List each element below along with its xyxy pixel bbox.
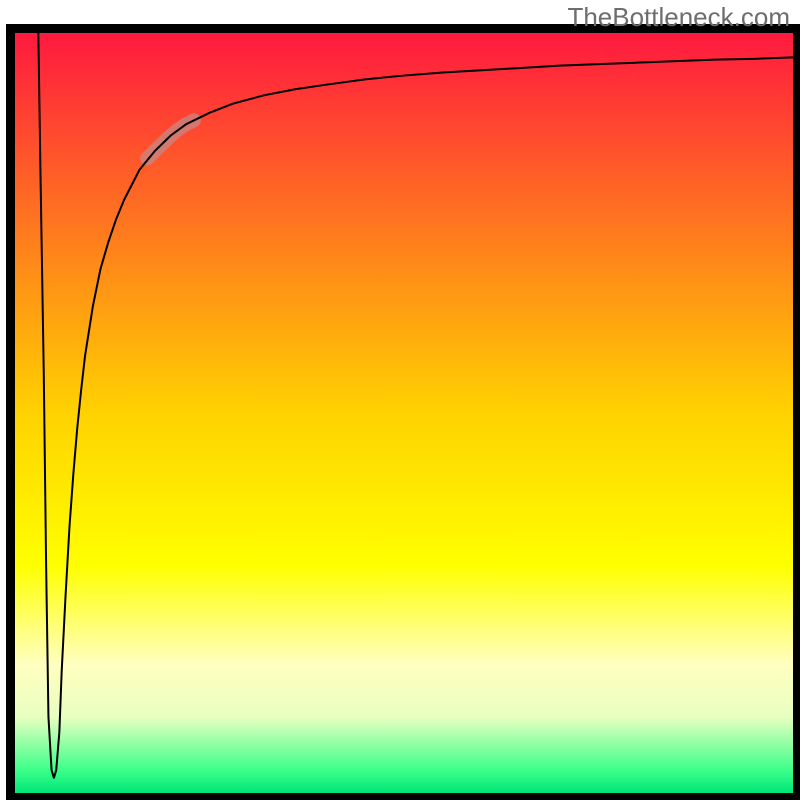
chart-background bbox=[15, 33, 793, 793]
watermark-text: TheBottleneck.com bbox=[567, 2, 790, 33]
bottleneck-chart bbox=[0, 0, 800, 800]
